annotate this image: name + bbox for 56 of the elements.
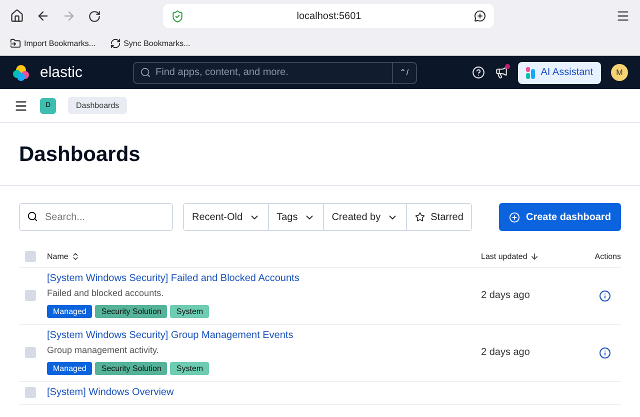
row-checkbox[interactable] [25,290,36,301]
search-placeholder: Find apps, content, and more. [156,67,288,78]
url-text: localhost:5601 [296,10,362,22]
tag[interactable]: Managed [47,362,92,375]
address-bar[interactable]: localhost:5601 [163,4,494,28]
reload-icon[interactable] [88,10,101,22]
logo-icon [12,64,30,82]
search-field[interactable]: Search... [19,203,173,231]
sort-icon [71,252,80,261]
sparkle-icon [526,66,536,78]
dashboard-link[interactable]: [System Windows Security] Group Management Events [47,330,481,341]
bookmark-link[interactable]: Import Bookmarks... [24,39,96,48]
help-icon[interactable] [472,66,485,79]
tag[interactable]: Security Solution [95,362,168,375]
row-checkbox[interactable] [25,387,36,398]
global-search-field[interactable]: Find apps, content, and more. ⌃/ [132,62,417,84]
logo-text: elastic [40,64,83,81]
info-icon[interactable] [599,346,611,358]
bookmark-link[interactable]: Sync Bookmarks... [124,39,190,48]
select-all-checkbox[interactable] [25,251,36,262]
news-icon[interactable] [494,66,508,79]
updated-time: 2 days ago [481,347,531,358]
ai-assistant-button[interactable]: AI Assistant [518,62,601,84]
dashboard-description: Failed and blocked accounts. [47,288,165,298]
row-checkbox[interactable] [25,347,36,358]
home-icon[interactable] [10,9,24,23]
back-icon[interactable] [36,9,50,23]
tag[interactable]: System [170,362,210,375]
menu-icon[interactable] [616,9,630,23]
updated-time: 2 days ago [481,290,531,301]
search-icon [27,211,38,222]
filter-button[interactable]: Starred [406,204,472,230]
column-header[interactable]: Name [47,252,481,261]
column-header[interactable]: Last updated [481,252,571,261]
sort-down-icon [530,252,540,261]
info-icon[interactable] [599,290,611,302]
dashboard-link[interactable]: [System Windows Security] Failed and Blocked Accounts [47,273,481,284]
import-icon [10,38,21,49]
dashboard-description: Group management activity. [47,345,160,355]
user-avatar[interactable]: M [611,64,628,81]
chat-plus-icon[interactable] [474,10,486,22]
plus-icon [508,212,520,222]
tag[interactable]: Managed [47,305,92,318]
star-icon [414,212,425,222]
breadcrumb[interactable]: Dashboards [68,97,128,114]
page-title: Dashboards [0,123,640,186]
menu-icon[interactable] [14,98,28,112]
create-dashboard-button[interactable]: Create dashboard [498,203,621,231]
dashboard-link[interactable]: [System] Windows Overview [47,387,481,398]
sync-icon [110,38,121,49]
shortcut-key: ⌃/ [392,62,416,82]
tag[interactable]: Security Solution [95,305,168,318]
shield-icon [171,10,184,22]
column-header: Actions [594,252,621,261]
tag[interactable]: System [170,305,210,318]
search-icon [140,67,151,78]
